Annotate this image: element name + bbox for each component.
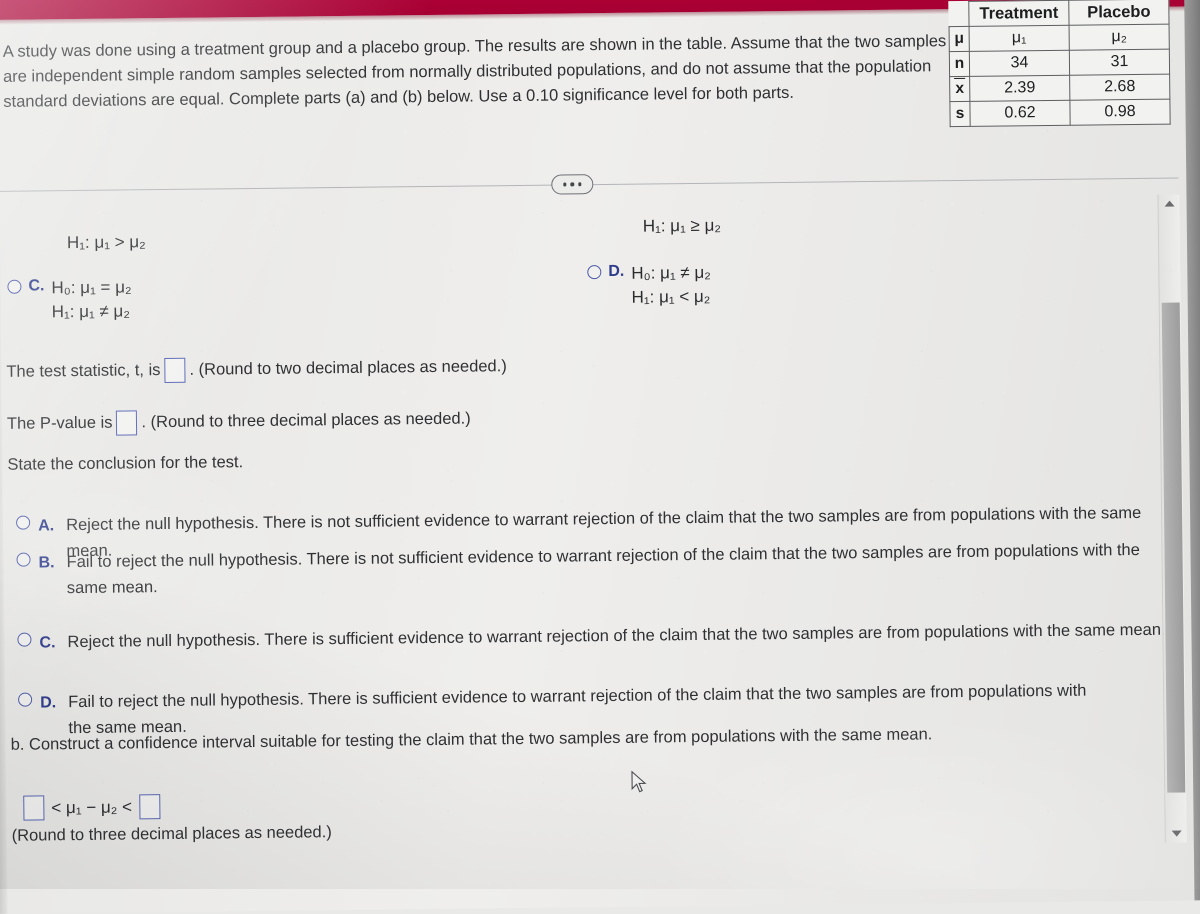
hypothesis-text-d: H₀: μ₁ ≠ μ₂ H₁: μ₁ < μ₂ <box>631 261 711 310</box>
problem-statement: A study was done using a treatment group… <box>2 32 947 111</box>
choice-letter: B. <box>38 554 55 572</box>
radio-button-icon[interactable] <box>18 692 33 707</box>
p-value-hint: . (Round to three decimal places as need… <box>141 409 471 432</box>
alt-hypothesis: H₁: μ₁ ≠ μ₂ <box>51 301 130 322</box>
column-header-placebo: Placebo <box>1068 0 1170 26</box>
table-row: μ μ₁ μ₂ <box>949 24 1170 52</box>
ci-upper-bound-input[interactable] <box>138 794 161 820</box>
hypothesis-option-a-h1: H₁: μ₁ > μ₂ <box>66 232 146 253</box>
table-corner-cell <box>949 1 969 26</box>
confidence-interval-row: < μ₁ − μ₂ < <box>19 794 164 821</box>
ellipsis-dot-icon <box>570 182 575 187</box>
test-statistic-hint: . (Round to two decimal places as needed… <box>189 357 507 379</box>
screen-content: A study was done using a treatment group… <box>0 0 1200 914</box>
summary-statistics-table: Treatment Placebo μ μ₁ μ₂ n 34 31 x 2.39… <box>948 0 1171 128</box>
choice-letter: A. <box>38 517 55 535</box>
ellipsis-dot-icon <box>577 182 582 187</box>
row-label-mu: μ <box>949 26 970 52</box>
table-row: x 2.39 2.68 <box>949 74 1170 102</box>
alt-hypothesis: H₁: μ₁ < μ₂ <box>631 286 711 307</box>
cell-s-treatment: 0.62 <box>969 100 1071 127</box>
cell-xbar-treatment: 2.39 <box>969 75 1070 102</box>
column-header-treatment: Treatment <box>968 0 1070 27</box>
hypothesis-choice-c[interactable]: C. H₀: μ₁ = μ₂ H₁: μ₁ ≠ μ₂ <box>7 275 132 324</box>
ci-expression: < μ₁ − μ₂ < <box>51 796 133 817</box>
radio-button-icon[interactable] <box>17 632 32 647</box>
table-row: n 34 31 <box>949 49 1170 77</box>
cell-s-placebo: 0.98 <box>1069 99 1171 126</box>
row-label-xbar: x <box>949 76 970 102</box>
hypothesis-choice-d[interactable]: D. H₀: μ₁ ≠ μ₂ H₁: μ₁ < μ₂ <box>587 261 711 310</box>
cell-mu-placebo: μ₂ <box>1069 24 1170 51</box>
radio-button-icon[interactable] <box>16 515 31 530</box>
radio-button-icon[interactable] <box>587 265 602 280</box>
part-b-rounding-note: (Round to three decimal places as needed… <box>11 823 332 845</box>
photograph-of-screen: A study was done using a treatment group… <box>0 0 1200 914</box>
scroll-up-button[interactable] <box>1158 194 1180 212</box>
cell-n-placebo: 31 <box>1069 49 1170 76</box>
p-value-label: The P-value is <box>6 413 113 433</box>
p-value-input[interactable] <box>116 410 138 436</box>
null-hypothesis: H₀: μ₁ = μ₂ <box>51 277 132 298</box>
cell-n-treatment: 34 <box>969 50 1070 77</box>
collapse-ellipsis-button[interactable] <box>551 174 594 195</box>
radio-button-icon[interactable] <box>16 552 31 567</box>
scroll-down-button[interactable] <box>1166 824 1188 842</box>
conclusion-prompt: State the conclusion for the test. <box>7 453 244 474</box>
table-row: s 0.62 0.98 <box>949 99 1171 127</box>
choice-letter: D. <box>608 262 625 280</box>
radio-button-icon[interactable] <box>7 279 22 294</box>
ci-lower-bound-input[interactable] <box>23 795 45 821</box>
p-value-line: The P-value is . (Round to three decimal… <box>7 407 471 437</box>
choice-letter: C. <box>28 277 45 295</box>
hypothesis-option-b-h1: H₁: μ₁ ≥ μ₂ <box>642 215 722 236</box>
row-label-s: s <box>949 101 971 127</box>
choice-letter: D. <box>40 694 57 712</box>
row-label-n: n <box>949 51 970 77</box>
test-statistic-input[interactable] <box>164 357 186 384</box>
choice-letter: C. <box>39 634 56 652</box>
hypothesis-text-c: H₀: μ₁ = μ₂ H₁: μ₁ ≠ μ₂ <box>51 275 132 324</box>
test-statistic-label: The test statistic, t, is <box>6 361 161 381</box>
null-hypothesis: H₀: μ₁ ≠ μ₂ <box>631 262 711 283</box>
mouse-cursor-icon <box>631 770 647 793</box>
cell-mu-treatment: μ₁ <box>969 25 1070 52</box>
triangle-up-icon <box>1164 200 1175 207</box>
triangle-down-icon <box>1171 830 1182 837</box>
table-header-row: Treatment Placebo <box>949 0 1170 27</box>
cell-xbar-placebo: 2.68 <box>1069 74 1170 101</box>
ellipsis-dot-icon <box>563 182 567 187</box>
